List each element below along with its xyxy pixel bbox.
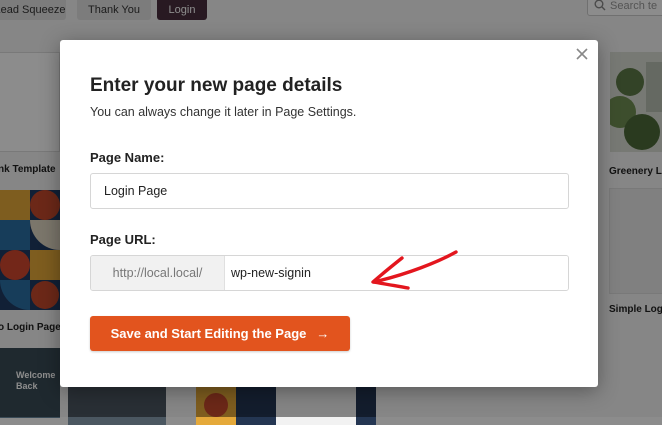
page-url-field: http://local.local/ <box>90 255 569 291</box>
save-button-label: Save and Start Editing the Page <box>110 326 307 341</box>
page-url-label: Page URL: <box>90 232 156 247</box>
modal-subtitle: You can always change it later in Page S… <box>90 105 357 119</box>
arrow-right-icon: → <box>316 326 330 341</box>
page-name-input[interactable] <box>90 173 569 209</box>
save-and-edit-button[interactable]: Save and Start Editing the Page → <box>90 316 350 351</box>
modal-title: Enter your new page details <box>90 75 343 96</box>
close-button[interactable] <box>574 46 590 62</box>
red-hand-drawn-arrow-icon <box>371 250 458 290</box>
close-icon <box>576 48 588 60</box>
page-name-label: Page Name: <box>90 150 165 165</box>
new-page-modal: Enter your new page details You can alwa… <box>60 40 598 387</box>
page-url-prefix: http://local.local/ <box>91 256 225 290</box>
